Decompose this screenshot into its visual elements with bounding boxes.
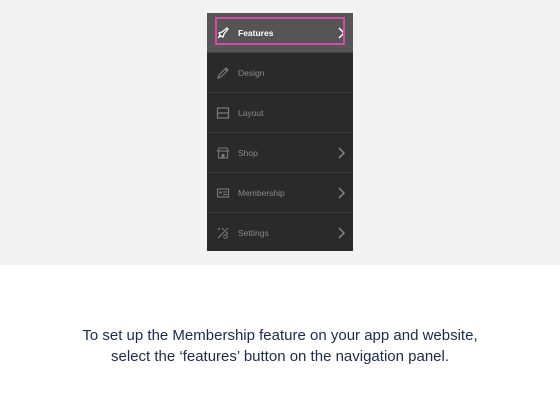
nav-item-label: Membership <box>238 188 285 198</box>
screenshot-background: Features Design Layout Shop Membership S… <box>0 0 560 265</box>
nav-item-label: Design <box>238 68 265 78</box>
nav-item-design[interactable]: Design <box>207 53 353 93</box>
chevron-right-icon <box>338 187 345 199</box>
pencil-icon <box>216 66 230 80</box>
shop-icon <box>216 146 230 160</box>
instruction-caption: To set up the Membership feature on your… <box>0 325 560 367</box>
navigation-panel: Features Design Layout Shop Membership S… <box>207 13 353 251</box>
nav-item-shop[interactable]: Shop <box>207 133 353 173</box>
nav-item-features[interactable]: Features <box>207 13 353 53</box>
nav-item-label: Layout <box>238 108 264 118</box>
nav-item-label: Settings <box>238 228 269 238</box>
nav-item-label: Features <box>238 28 274 38</box>
nav-item-membership[interactable]: Membership <box>207 173 353 213</box>
tools-icon <box>216 226 230 240</box>
rocket-icon <box>216 26 230 40</box>
features-highlight-box <box>215 17 345 45</box>
chevron-right-icon <box>338 27 346 39</box>
chevron-right-icon <box>338 147 345 159</box>
chevron-right-icon <box>338 227 345 239</box>
nav-item-layout[interactable]: Layout <box>207 93 353 133</box>
membership-card-icon <box>216 186 230 200</box>
layout-icon <box>216 106 230 120</box>
caption-line-1: To set up the Membership feature on your… <box>82 327 478 344</box>
caption-line-2: select the ‘features’ button on the navi… <box>110 348 449 365</box>
nav-item-label: Shop <box>238 148 258 158</box>
nav-item-settings[interactable]: Settings <box>207 213 353 253</box>
